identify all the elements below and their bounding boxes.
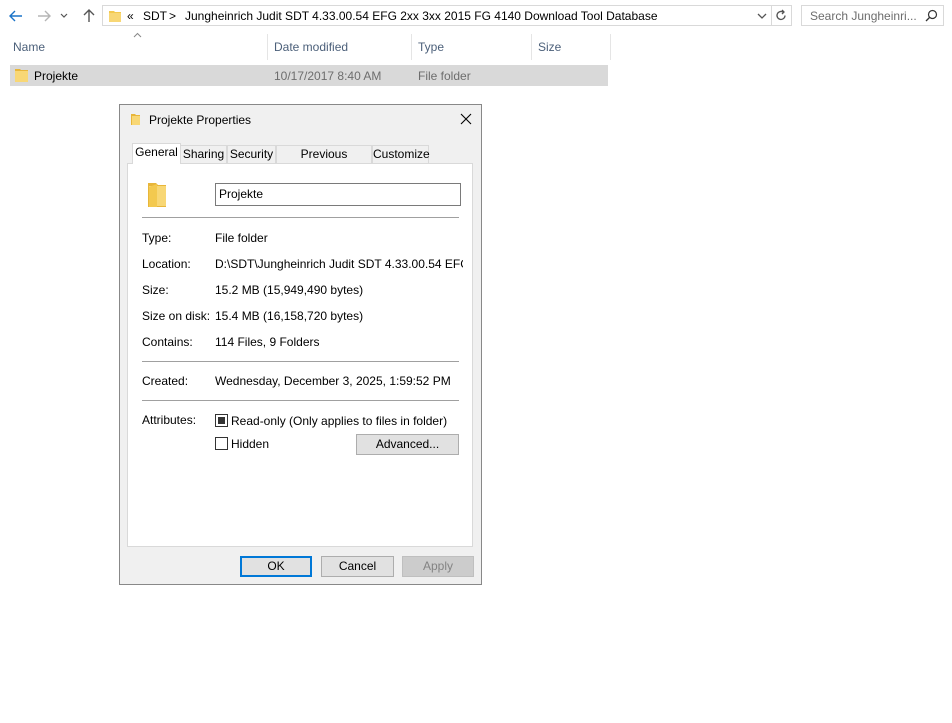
column-divider[interactable] [267, 34, 268, 60]
close-button[interactable] [456, 109, 476, 129]
sort-ascending-icon [133, 32, 142, 38]
up-arrow-icon [83, 9, 95, 22]
divider [142, 217, 459, 218]
tab-customize[interactable]: Customize [372, 145, 430, 163]
hidden-checkbox[interactable] [215, 437, 228, 450]
column-divider[interactable] [610, 34, 611, 60]
general-tab-panel: Projekte Type: File folder Location: D:\… [127, 163, 473, 547]
file-date-modified: 10/17/2017 8:40 AM [274, 69, 382, 83]
folder-icon [131, 114, 140, 125]
type-label: Type: [142, 231, 172, 245]
search-icon [925, 9, 938, 22]
location-value: D:\SDT\Jungheinrich Judit SDT 4.33.00.54… [215, 257, 463, 271]
tab-previous-versions[interactable]: Previous Versions [276, 145, 372, 177]
large-folder-icon [148, 183, 166, 207]
chevron-down-icon [60, 13, 68, 18]
up-button[interactable] [79, 6, 99, 26]
type-value: File folder [215, 231, 268, 245]
column-header-type[interactable]: Type [418, 39, 523, 61]
size-on-disk-value: 15.4 MB (16,158,720 bytes) [215, 309, 364, 323]
breadcrumb-sdt[interactable]: SDT [143, 9, 167, 23]
hidden-checkbox-label[interactable]: Hidden [231, 437, 269, 451]
dialog-title: Projekte Properties [149, 113, 252, 127]
back-arrow-icon [9, 10, 22, 22]
tab-security[interactable]: Security [227, 145, 276, 163]
folder-icon [109, 11, 121, 22]
readonly-checkbox[interactable] [215, 414, 228, 427]
column-divider[interactable] [411, 34, 412, 60]
divider [142, 361, 459, 362]
apply-button[interactable]: Apply [402, 556, 474, 577]
address-bar[interactable]: « SDT > Jungheinrich Judit SDT 4.33.00.5… [102, 5, 772, 26]
recent-locations-button[interactable] [58, 6, 70, 26]
tab-sharing[interactable]: Sharing [180, 145, 227, 163]
folder-name-value: Projekte [219, 187, 264, 201]
size-on-disk-label: Size on disk: [142, 309, 211, 323]
indeterminate-mark [218, 417, 225, 424]
readonly-checkbox-label[interactable]: Read-only (Only applies to files in fold… [231, 414, 447, 428]
tab-general[interactable]: General [132, 143, 181, 164]
address-overflow[interactable]: « [127, 9, 134, 23]
cancel-button[interactable]: Cancel [321, 556, 394, 577]
advanced-button[interactable]: Advanced... [356, 434, 459, 455]
contains-value: 114 Files, 9 Folders [215, 335, 320, 349]
file-type: File folder [418, 69, 471, 83]
properties-dialog: Projekte Properties General Sharing Secu… [119, 104, 482, 585]
address-controls [757, 5, 792, 26]
address-history-chevron-icon[interactable] [757, 12, 767, 20]
folder-icon [15, 69, 28, 82]
forward-button[interactable] [34, 6, 54, 26]
refresh-icon[interactable] [775, 9, 787, 22]
created-value: Wednesday, December 3, 2025, 1:59:52 PM [215, 374, 451, 388]
size-label: Size: [142, 283, 169, 297]
breadcrumb-current-folder[interactable]: Jungheinrich Judit SDT 4.33.00.54 EFG 2x… [185, 9, 658, 23]
file-row-selected[interactable]: Projekte 10/17/2017 8:40 AM File folder [10, 65, 608, 86]
search-input[interactable]: Search Jungheinri... [801, 5, 944, 26]
created-label: Created: [142, 374, 189, 388]
column-header-date-modified[interactable]: Date modified [274, 39, 404, 61]
column-header-size[interactable]: Size [538, 39, 608, 61]
contains-label: Contains: [142, 335, 193, 349]
location-label: Location: [142, 257, 191, 271]
divider [142, 400, 459, 401]
column-divider[interactable] [531, 34, 532, 60]
file-name[interactable]: Projekte [34, 69, 78, 83]
ok-button[interactable]: OK [240, 556, 312, 577]
breadcrumb-separator[interactable]: > [169, 9, 176, 23]
back-button[interactable] [6, 6, 26, 26]
forward-arrow-icon [38, 10, 51, 22]
folder-name-input[interactable]: Projekte [215, 183, 461, 206]
attributes-label: Attributes: [142, 413, 197, 427]
column-header-name[interactable]: Name [13, 39, 263, 61]
search-placeholder: Search Jungheinri... [810, 9, 917, 23]
size-value: 15.2 MB (15,949,490 bytes) [215, 283, 364, 297]
close-icon [460, 113, 472, 125]
